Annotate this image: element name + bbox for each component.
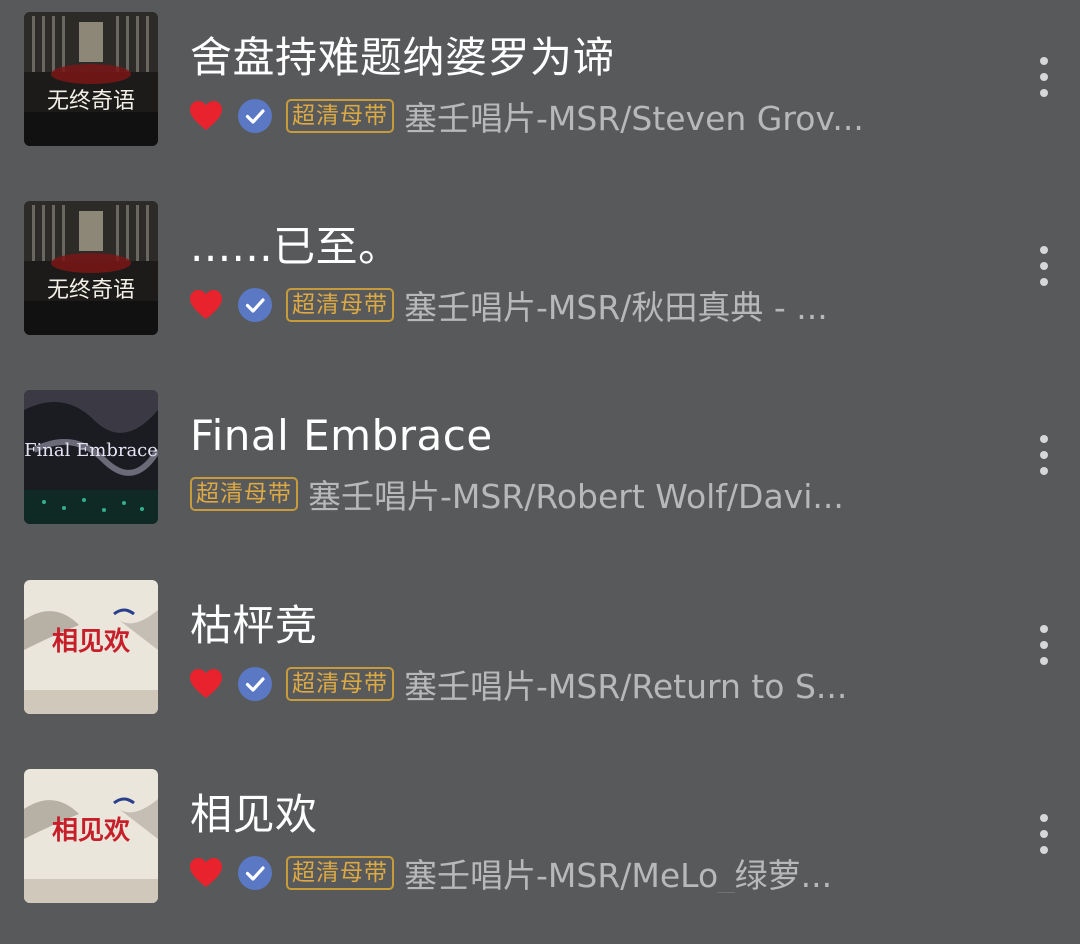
- song-meta: 超清母带 塞壬唱片-MSR/Steven Grov...: [190, 96, 990, 136]
- quality-badge: 超清母带: [190, 477, 298, 511]
- more-options-icon[interactable]: [1032, 435, 1056, 485]
- song-row[interactable]: 相见欢 相见欢 超清母带 塞壬唱片-MSR/MeLo_绿萝...: [0, 769, 1080, 919]
- more-options-icon[interactable]: [1032, 57, 1056, 107]
- verified-check-icon: [238, 856, 272, 890]
- liked-heart-icon[interactable]: [190, 858, 222, 888]
- verified-check-icon: [238, 667, 272, 701]
- cover-text: Final Embrace: [24, 440, 158, 461]
- album-cover-art: 相见欢: [24, 580, 158, 714]
- artist-album-text: 塞壬唱片-MSR/秋田真典 - ...: [404, 288, 828, 325]
- album-cover[interactable]: 无终奇语: [24, 12, 158, 146]
- verified-check-icon: [238, 99, 272, 133]
- liked-heart-icon[interactable]: [190, 669, 222, 699]
- song-title[interactable]: Final Embrace: [190, 412, 493, 460]
- quality-badge: 超清母带: [286, 856, 394, 890]
- artist-album-text: 塞壬唱片-MSR/MeLo_绿萝...: [404, 856, 833, 893]
- more-options-icon[interactable]: [1032, 625, 1056, 675]
- quality-badge: 超清母带: [286, 288, 394, 322]
- artist-album-text: 塞壬唱片-MSR/Steven Grov...: [404, 99, 864, 136]
- song-meta: 超清母带 塞壬唱片-MSR/Return to S...: [190, 664, 990, 704]
- cover-text: 相见欢: [52, 627, 131, 657]
- song-meta: 超清母带 塞壬唱片-MSR/Robert Wolf/Davi...: [190, 474, 990, 514]
- song-row[interactable]: 无终奇语 舍盘持难题纳婆罗为谛 超清母带 塞壬唱片-MSR/Steven Gro…: [0, 12, 1080, 162]
- cover-text: 无终奇语: [47, 89, 135, 114]
- liked-heart-icon[interactable]: [190, 290, 222, 320]
- album-cover-art: 无终奇语: [24, 12, 158, 146]
- album-cover-art: 无终奇语: [24, 201, 158, 335]
- cover-text: 无终奇语: [47, 278, 135, 303]
- album-cover[interactable]: 无终奇语: [24, 201, 158, 335]
- liked-heart-icon[interactable]: [190, 101, 222, 131]
- more-options-icon[interactable]: [1032, 814, 1056, 864]
- song-list: 无终奇语 舍盘持难题纳婆罗为谛 超清母带 塞壬唱片-MSR/Steven Gro…: [0, 0, 1080, 944]
- cover-text: 相见欢: [52, 816, 131, 846]
- verified-check-icon: [238, 288, 272, 322]
- album-cover-art: 相见欢: [24, 769, 158, 903]
- song-meta: 超清母带 塞壬唱片-MSR/秋田真典 - ...: [190, 285, 990, 325]
- quality-badge: 超清母带: [286, 99, 394, 133]
- song-title[interactable]: 枯枰竞: [190, 602, 318, 650]
- album-cover-art: Final Embrace: [24, 390, 158, 524]
- song-row[interactable]: Final Embrace Final Embrace 超清母带 塞壬唱片-MS…: [0, 390, 1080, 540]
- song-title[interactable]: ......已至。: [190, 223, 401, 271]
- artist-album-text: 塞壬唱片-MSR/Robert Wolf/Davi...: [308, 477, 844, 514]
- artist-album-text: 塞壬唱片-MSR/Return to S...: [404, 667, 848, 704]
- song-row[interactable]: 相见欢 枯枰竞 超清母带 塞壬唱片-MSR/Return to S...: [0, 580, 1080, 730]
- song-title[interactable]: 相见欢: [190, 791, 318, 839]
- album-cover[interactable]: 相见欢: [24, 769, 158, 903]
- album-cover[interactable]: 相见欢: [24, 580, 158, 714]
- quality-badge: 超清母带: [286, 667, 394, 701]
- song-row[interactable]: 无终奇语 ......已至。 超清母带 塞壬唱片-MSR/秋田真典 - ...: [0, 201, 1080, 351]
- album-cover[interactable]: Final Embrace: [24, 390, 158, 524]
- more-options-icon[interactable]: [1032, 246, 1056, 296]
- song-title[interactable]: 舍盘持难题纳婆罗为谛: [190, 34, 615, 82]
- song-meta: 超清母带 塞壬唱片-MSR/MeLo_绿萝...: [190, 853, 990, 893]
